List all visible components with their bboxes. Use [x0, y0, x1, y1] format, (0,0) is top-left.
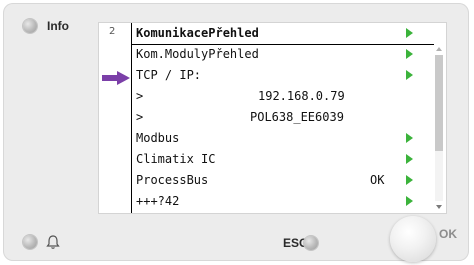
arrow-right-icon: [406, 133, 413, 143]
hostname-value: POL638_EE6039: [250, 110, 344, 124]
arrow-right-icon: [406, 28, 413, 38]
controller-panel: Info 2 KomunikacePřehled Kom.ModulyPřehl…: [3, 3, 469, 262]
screen-gutter: 2: [99, 23, 131, 213]
menu-item-label: >: [136, 110, 144, 124]
menu-item-label: >: [136, 89, 144, 103]
menu-item-label: +++?42: [136, 194, 180, 208]
menu-item-label: Modbus: [136, 131, 180, 145]
scroll-down-icon[interactable]: [436, 205, 442, 209]
menu-item-hostname: > POL638_EE6039: [132, 107, 434, 128]
menu-item-kom-moduly[interactable]: Kom.ModulyPřehled: [132, 44, 434, 65]
menu-item-modbus[interactable]: Modbus: [132, 128, 434, 149]
menu-item-climatix-ic[interactable]: Climatix IC: [132, 149, 434, 170]
menu-item-label: Climatix IC: [136, 152, 216, 166]
alarm-led: [23, 235, 37, 249]
arrow-right-icon: [406, 196, 413, 206]
scroll-up-icon[interactable]: [436, 47, 442, 51]
menu-item-ip-address: > 192.168.0.79: [132, 86, 434, 107]
right-arrow-pointer-icon: [102, 71, 130, 85]
menu-header-title: KomunikacePřehled: [136, 26, 259, 40]
ok-knob[interactable]: [390, 216, 436, 262]
info-button[interactable]: Info: [47, 19, 69, 33]
scrollbar[interactable]: [434, 47, 444, 211]
menu-item-processbus[interactable]: ProcessBus OK: [132, 170, 434, 191]
menu-item-label: TCP / IP:: [136, 68, 202, 82]
menu-item-label: ProcessBus: [136, 173, 209, 187]
menu-item-tcp-ip[interactable]: TCP / IP:: [132, 65, 434, 86]
esc-led: [304, 236, 318, 250]
ok-label: OK: [439, 227, 457, 241]
arrow-right-icon: [406, 154, 413, 164]
menu-item-plus-42[interactable]: +++?42: [132, 191, 434, 212]
display-screen: 2 KomunikacePřehled Kom.ModulyPřehled TC…: [98, 22, 447, 214]
arrow-right-icon: [406, 175, 413, 185]
bell-icon[interactable]: [45, 234, 61, 250]
arrow-right-icon: [406, 70, 413, 80]
ip-address-value: 192.168.0.79: [258, 89, 345, 103]
menu-list: KomunikacePřehled Kom.ModulyPřehled TCP …: [131, 23, 434, 213]
menu-header[interactable]: KomunikacePřehled: [132, 23, 434, 45]
arrow-right-icon: [406, 49, 413, 59]
menu-item-label: Kom.ModulyPřehled: [136, 47, 259, 61]
status-text: OK: [370, 173, 385, 187]
scroll-thumb[interactable]: [435, 55, 443, 151]
info-led: [23, 19, 37, 33]
page-number: 2: [109, 26, 116, 37]
